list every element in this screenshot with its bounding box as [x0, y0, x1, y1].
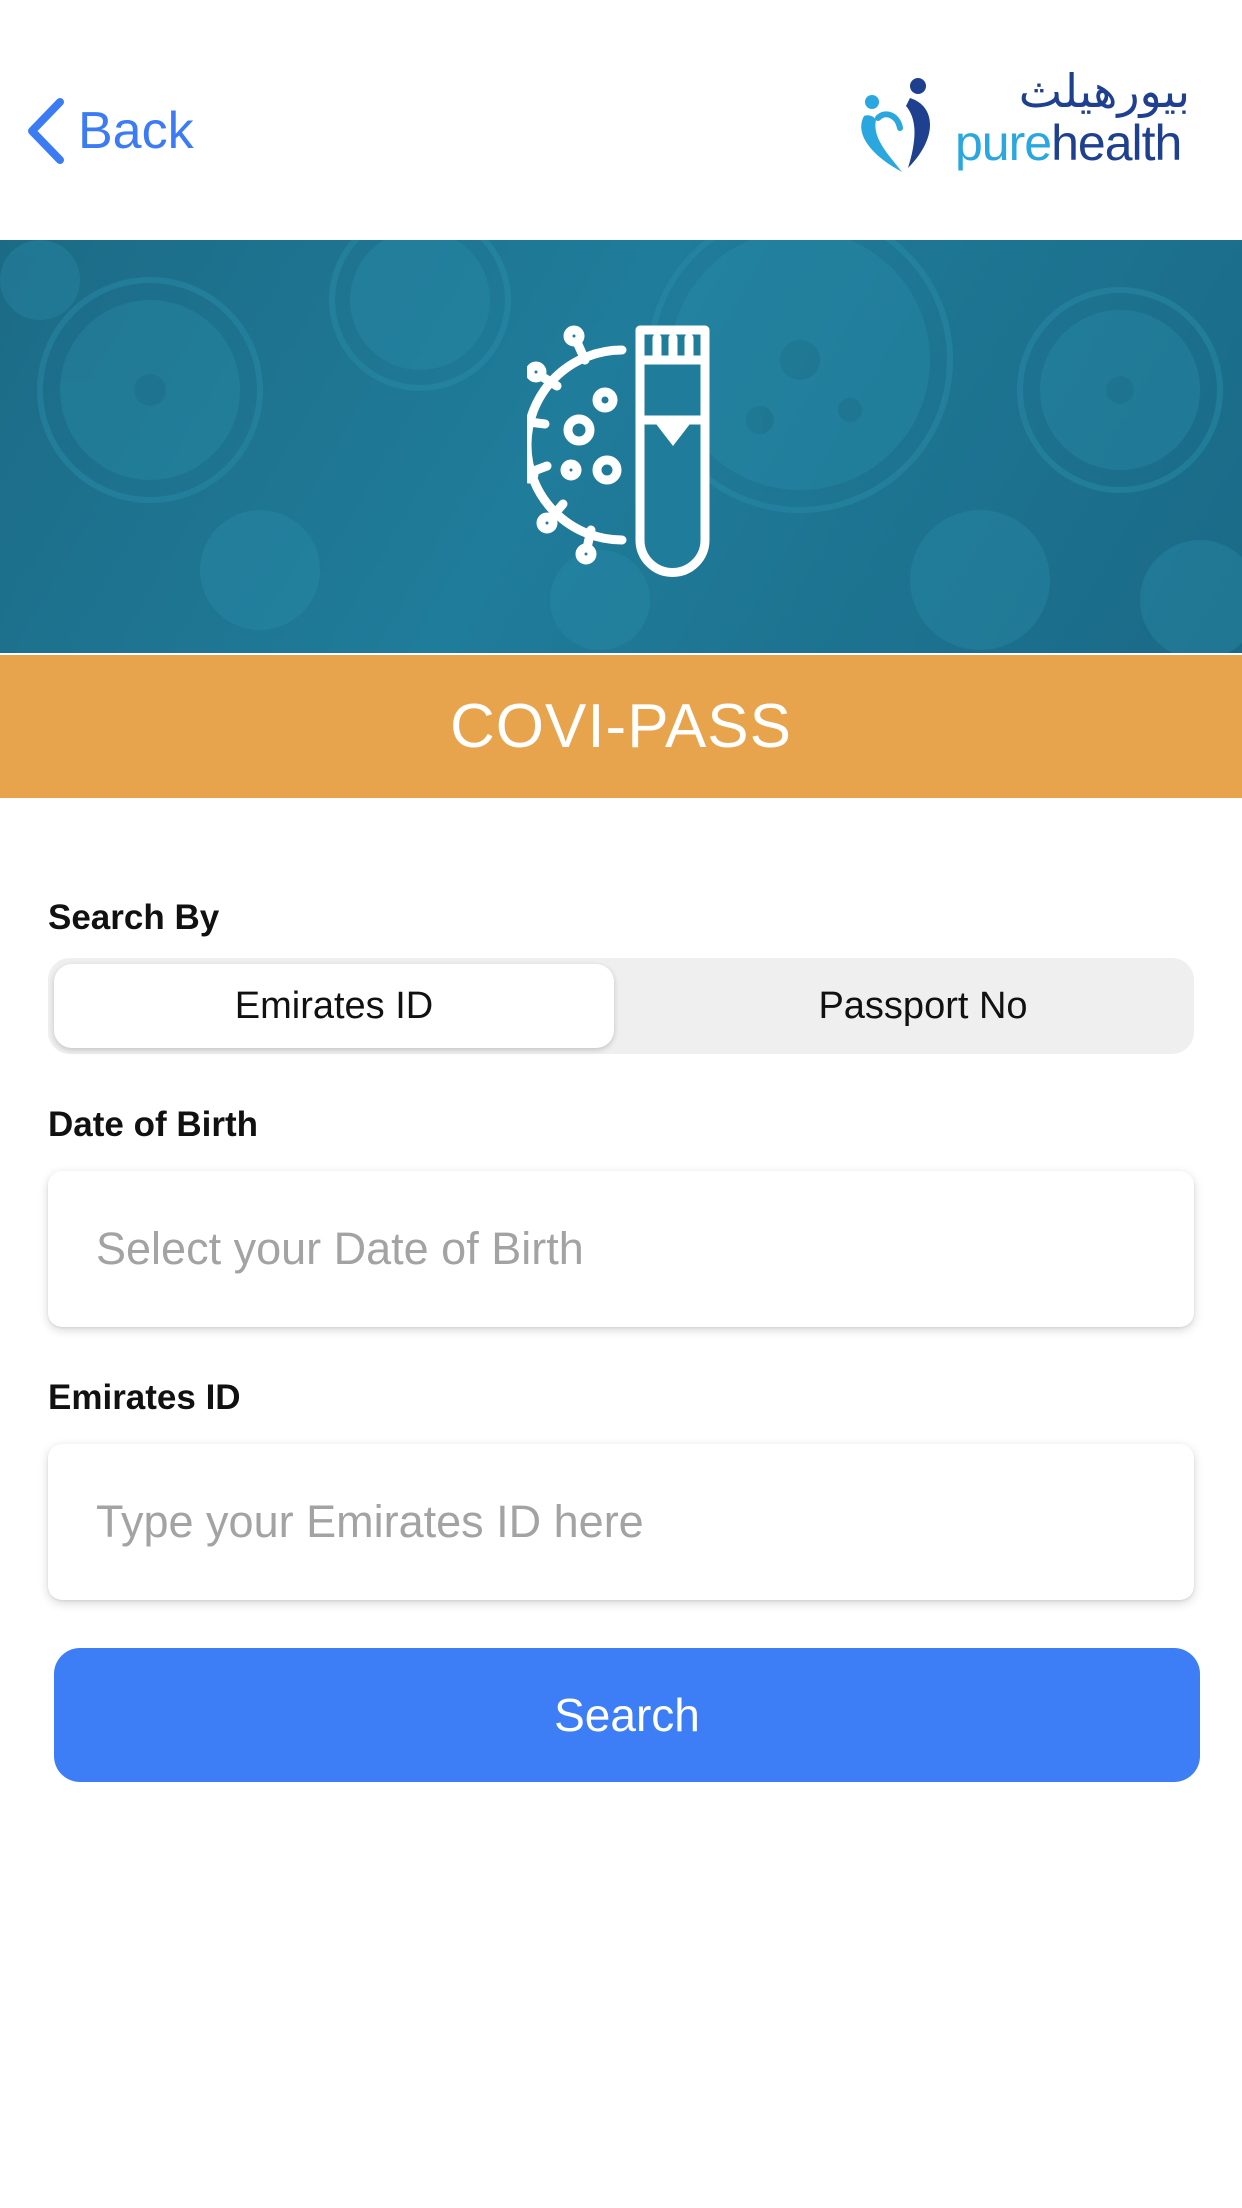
logo-arabic-text: بيورهيلث [1018, 64, 1190, 118]
emirates-id-label: Emirates ID [48, 1378, 241, 1417]
search-by-segmented-control: Emirates ID Passport No [48, 958, 1194, 1054]
search-button[interactable]: Search [54, 1648, 1200, 1782]
heart-people-logo-icon [861, 78, 930, 172]
date-of-birth-label: Date of Birth [48, 1105, 258, 1144]
page-title: COVI-PASS [449, 692, 793, 761]
back-label: Back [78, 102, 194, 160]
back-button[interactable]: Back [26, 96, 194, 166]
search-by-label: Search By [48, 898, 220, 937]
virus-test-tube-icon [527, 325, 710, 577]
logo-pure: pure [955, 115, 1052, 171]
chevron-left-icon [28, 98, 64, 164]
segment-emirates-id[interactable]: Emirates ID [54, 964, 614, 1048]
segment-passport-no[interactable]: Passport No [658, 964, 1188, 1048]
date-of-birth-field-container [48, 1171, 1194, 1327]
emirates-id-field-container [48, 1444, 1194, 1600]
search-button-label: Search [554, 1689, 700, 1741]
hero-banner [0, 240, 1242, 653]
logo-english-text: purehealth [955, 115, 1182, 171]
purehealth-logo: بيورهيلث purehealth [850, 68, 1190, 188]
emirates-id-field[interactable] [96, 1444, 1156, 1600]
logo-health: health [1051, 115, 1182, 171]
date-of-birth-field[interactable] [96, 1171, 1156, 1327]
title-band: COVI-PASS [0, 655, 1242, 798]
navigation-header: Back بيورهيلث purehealth [0, 0, 1242, 240]
